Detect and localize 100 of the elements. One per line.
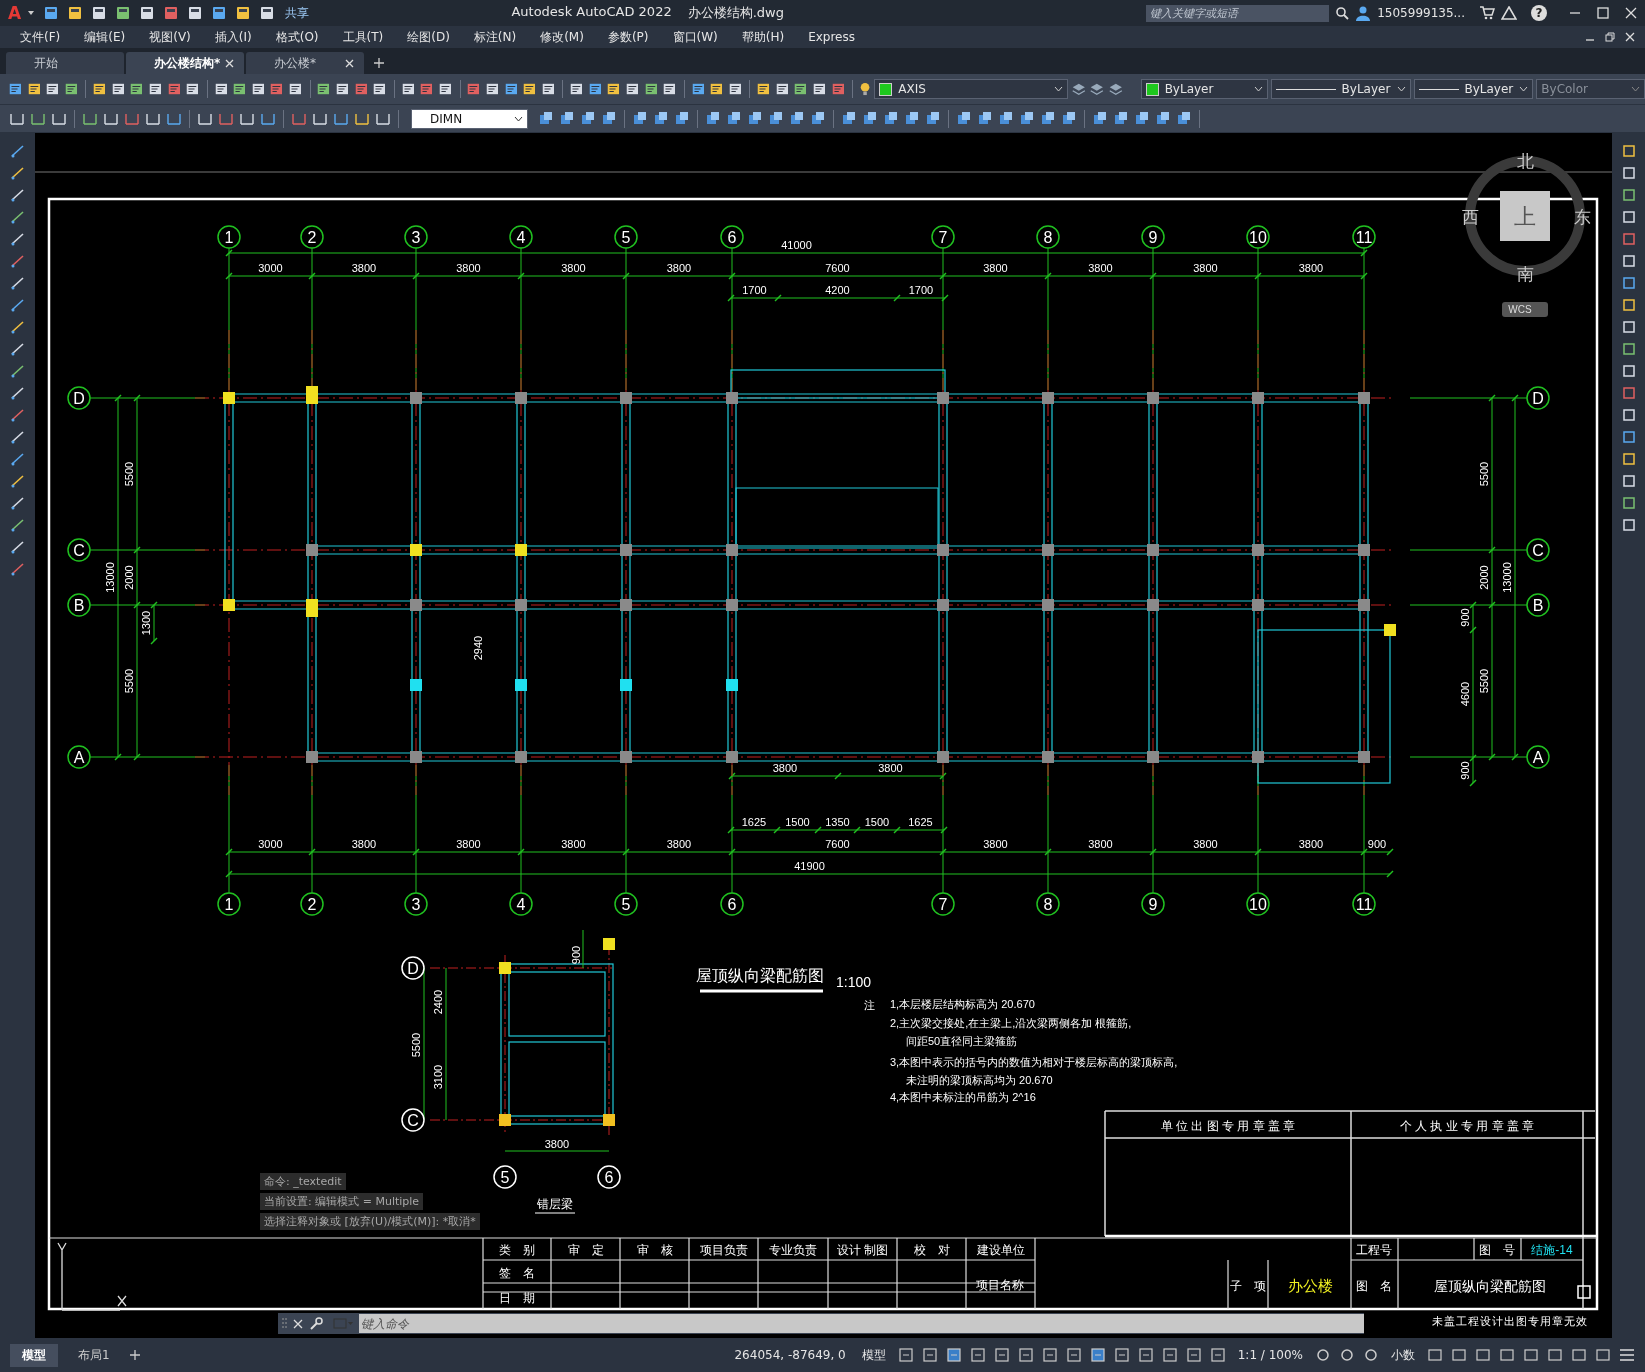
tool-icon[interactable] (9, 495, 26, 511)
add-layout-icon[interactable] (129, 1350, 140, 1360)
model-space-button[interactable]: 模型 (857, 1344, 890, 1366)
tool-icon[interactable] (9, 517, 26, 533)
tool-icon[interactable] (1620, 253, 1637, 269)
quick-access-icon[interactable] (43, 5, 60, 21)
wrench-icon[interactable] (309, 1316, 323, 1331)
menu-item[interactable]: 视图(V) (149, 28, 191, 46)
quick-access-icon[interactable] (211, 5, 228, 21)
status-icon[interactable] (1595, 1347, 1611, 1363)
tool-icon[interactable] (9, 385, 26, 401)
menu-item[interactable]: 格式(O) (275, 28, 319, 46)
close-icon[interactable] (225, 58, 234, 68)
tool-icon[interactable] (1620, 451, 1637, 467)
annotation-scale[interactable]: 1:1 / 100% (1233, 1346, 1307, 1364)
quick-access-icon[interactable] (187, 5, 204, 21)
menu-item[interactable]: 帮助(H) (741, 28, 785, 46)
grip-square[interactable] (1577, 1285, 1591, 1299)
compass-label[interactable]: 西 (1461, 208, 1479, 227)
status-icon[interactable] (897, 1347, 914, 1363)
restore-icon[interactable] (1605, 32, 1615, 42)
tool-icon[interactable] (9, 297, 26, 313)
status-icon[interactable] (1065, 1347, 1082, 1363)
file-tab[interactable]: 开始 (6, 52, 124, 74)
quick-access-icon[interactable] (259, 5, 276, 21)
status-icon[interactable] (1451, 1347, 1467, 1363)
menu-item[interactable]: 参数(P) (607, 28, 649, 46)
cart-icon[interactable] (1479, 6, 1495, 20)
tool-icon[interactable] (1620, 209, 1637, 225)
caret-icon[interactable] (514, 115, 523, 122)
status-icon[interactable] (1339, 1347, 1355, 1363)
tool-icon[interactable] (9, 451, 26, 467)
status-icon[interactable] (1161, 1347, 1178, 1363)
tool-icon[interactable] (1620, 187, 1637, 203)
close-icon[interactable] (293, 1318, 303, 1329)
status-icon[interactable] (969, 1347, 986, 1363)
status-icon[interactable] (993, 1347, 1010, 1363)
tool-icon[interactable] (9, 363, 26, 379)
tool-icon[interactable] (1620, 143, 1637, 159)
user-name[interactable]: 1505999135... (1377, 6, 1465, 20)
menu-item[interactable]: 工具(T) (342, 28, 384, 46)
compass-label[interactable]: 南 (1516, 265, 1534, 284)
status-icon[interactable] (945, 1347, 962, 1363)
status-icon[interactable] (1113, 1347, 1130, 1363)
status-icon[interactable] (1475, 1347, 1491, 1363)
menu-icon[interactable] (1619, 1348, 1635, 1362)
tool-icon[interactable] (9, 209, 26, 225)
menu-item[interactable]: Express (808, 30, 855, 44)
tool-icon[interactable] (1620, 297, 1637, 313)
quick-access-icon[interactable] (235, 5, 252, 21)
tool-icon[interactable] (1620, 517, 1637, 533)
status-icon[interactable] (1137, 1347, 1154, 1363)
menu-item[interactable]: 标注(N) (473, 28, 517, 46)
user-icon[interactable] (1355, 5, 1372, 21)
tool-icon[interactable] (9, 231, 26, 247)
search-icon[interactable] (1335, 6, 1350, 20)
file-tab[interactable]: 办公楼结构* (126, 52, 244, 74)
layer-dropdown[interactable]: AXIS (874, 79, 1068, 99)
menu-item[interactable]: 编辑(E) (84, 28, 126, 46)
tool-icon[interactable] (1620, 319, 1637, 335)
share-button[interactable]: 共享 (285, 4, 310, 22)
tool-icon[interactable] (9, 429, 26, 445)
quick-access-icon[interactable] (91, 5, 108, 21)
tool-icon[interactable] (9, 341, 26, 357)
status-icon[interactable] (1499, 1347, 1515, 1363)
wcs-button[interactable]: WCS (1502, 302, 1548, 317)
status-icon[interactable] (1547, 1347, 1563, 1363)
close-icon[interactable] (345, 58, 354, 68)
menu-item[interactable]: 文件(F) (20, 28, 61, 46)
status-icon[interactable] (921, 1347, 938, 1363)
status-icon[interactable] (1185, 1347, 1202, 1363)
status-icon[interactable] (1041, 1347, 1058, 1363)
status-icon[interactable] (1523, 1347, 1539, 1363)
dim-style-dropdown[interactable]: DIMN (411, 108, 528, 129)
status-icon[interactable] (1363, 1347, 1379, 1363)
quick-access-icon[interactable] (67, 5, 84, 21)
tool-icon[interactable] (9, 143, 26, 159)
search-field[interactable]: 键入关键字或短语 (1146, 4, 1330, 22)
menu-item[interactable]: 绘图(D) (407, 28, 450, 46)
quick-access-icon[interactable] (139, 5, 156, 21)
file-tab[interactable]: 办公楼* (246, 52, 364, 74)
tool-icon[interactable] (9, 165, 26, 181)
caret-icon[interactable] (27, 9, 36, 17)
status-icon[interactable] (1089, 1347, 1106, 1363)
tool-icon[interactable] (1620, 341, 1637, 357)
compass-label[interactable]: 东 (1573, 208, 1591, 227)
new-tab-icon[interactable] (374, 58, 384, 68)
command-input[interactable]: 键入命令 (359, 1314, 1364, 1333)
tool-icon[interactable] (1620, 495, 1637, 511)
help-button[interactable]: ? (1531, 5, 1547, 21)
tool-icon[interactable] (9, 275, 26, 291)
linetype-dropdown[interactable]: ByLayer (1270, 79, 1411, 99)
layout-tab[interactable]: 布局1 (66, 1343, 122, 1367)
lineweight-dropdown[interactable]: ByLayer (1413, 79, 1534, 99)
color-dropdown[interactable]: ByLayer (1140, 79, 1268, 99)
tool-icon[interactable] (1620, 165, 1637, 181)
maximize-icon[interactable] (1597, 7, 1609, 19)
menu-item[interactable]: 插入(I) (214, 28, 252, 46)
status-icon[interactable] (1315, 1347, 1331, 1363)
tool-icon[interactable] (1620, 407, 1637, 423)
